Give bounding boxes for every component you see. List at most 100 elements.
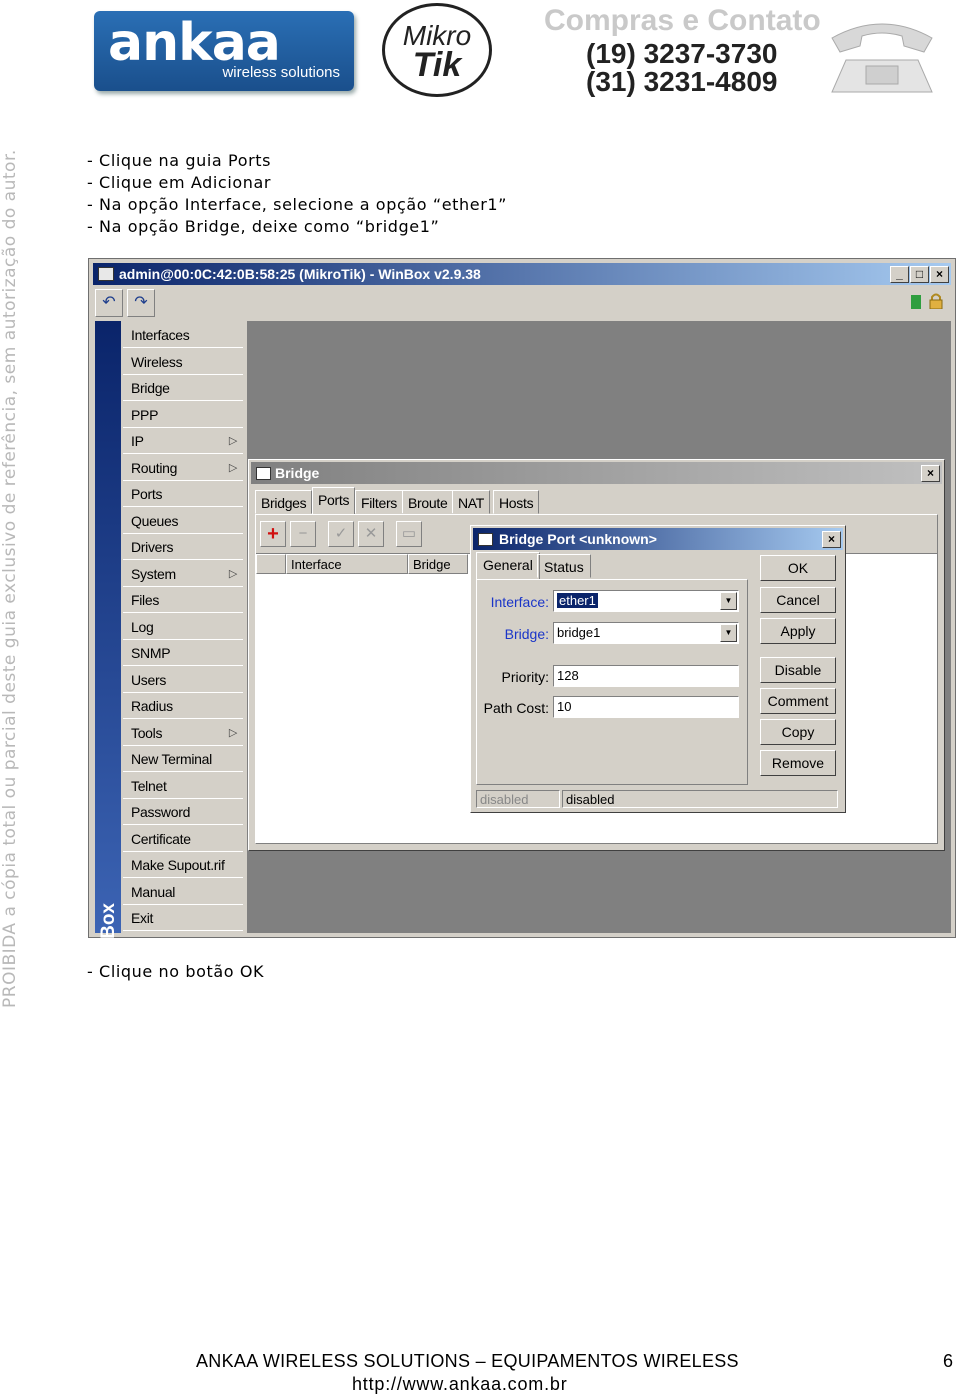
menu-item-bridge[interactable]: Bridge	[123, 376, 243, 401]
menu-item-snmp[interactable]: SNMP	[123, 641, 243, 666]
menu-item-telnet[interactable]: Telnet	[123, 774, 243, 799]
menu-item-exit[interactable]: Exit	[123, 906, 243, 931]
menu-item-label: System	[131, 565, 176, 582]
redo-button[interactable]: ↷	[127, 289, 155, 317]
close-icon[interactable]: ×	[930, 266, 949, 283]
copyright-watermark: PROIBIDA a cópia total ou parcial deste …	[0, 149, 20, 1008]
menu-item-routing[interactable]: Routing ▷	[123, 456, 243, 481]
menu-item-interfaces[interactable]: Interfaces	[123, 323, 243, 348]
list-header-blank	[256, 554, 286, 574]
connection-status-icon	[911, 295, 921, 309]
telephone-icon	[831, 23, 933, 93]
menu-item-label: Telnet	[131, 777, 167, 794]
tab-hosts[interactable]: Hosts	[493, 490, 540, 514]
menu-item-label: Manual	[131, 883, 176, 900]
menu-item-log[interactable]: Log	[123, 615, 243, 640]
routeros-side-banner: RouterOS WinBox	[95, 321, 121, 1068]
menu-item-label: PPP	[131, 406, 159, 423]
undo-button[interactable]: ↶	[95, 289, 123, 317]
instruction-step: - Na opção Bridge, deixe como “bridge1”	[87, 217, 440, 236]
add-button[interactable]: +	[260, 521, 286, 547]
contact-phone-2: (31) 3231-4809	[586, 66, 778, 97]
menu-item-users[interactable]: Users	[123, 668, 243, 693]
priority-label: Priority:	[501, 669, 549, 685]
menu-item-label: Make Supout.rif	[131, 857, 225, 873]
apply-button[interactable]: Apply	[760, 618, 836, 644]
status-disabled-left: disabled	[476, 790, 560, 808]
remove-button[interactable]: −	[290, 521, 316, 547]
tab-nat[interactable]: NAT	[452, 490, 491, 514]
tab-broute[interactable]: Broute	[402, 490, 454, 514]
menu-item-label: Certificate	[131, 830, 191, 847]
menu-item-label: Users	[131, 671, 167, 688]
menu-item-wireless[interactable]: Wireless	[123, 350, 243, 375]
comment-button[interactable]: ▭	[396, 521, 422, 547]
maximize-icon[interactable]: □	[910, 266, 929, 283]
dialog-titlebar: Bridge Port <unknown> ×	[473, 528, 843, 550]
menu-item-label: IP	[131, 433, 144, 449]
interface-select[interactable]: ether1 ▼	[553, 590, 739, 612]
column-interface[interactable]: Interface	[286, 554, 408, 574]
lock-icon	[929, 293, 943, 309]
menu-item-label: Log	[131, 618, 154, 635]
footer-company: ANKAA WIRELESS SOLUTIONS – EQUIPAMENTOS …	[196, 1351, 739, 1371]
ok-button[interactable]: OK	[760, 555, 836, 581]
interface-label: Interface:	[490, 594, 549, 610]
bridge-select[interactable]: bridge1 ▼	[553, 622, 739, 644]
comment-button[interactable]: Comment	[760, 688, 836, 714]
tab-filters[interactable]: Filters	[355, 490, 404, 514]
path-cost-input[interactable]: 10	[553, 696, 739, 718]
page-number: 6	[943, 1351, 954, 1371]
column-bridge[interactable]: Bridge	[408, 554, 468, 574]
bridge-port-dialog: Bridge Port <unknown> × General Status I…	[470, 525, 846, 813]
menu-item-label: Wireless	[131, 353, 183, 370]
menu-item-password[interactable]: Password	[123, 800, 243, 825]
tab-ports[interactable]: Ports	[312, 487, 356, 515]
copy-button[interactable]: Copy	[760, 719, 836, 745]
menu-item-label: Interfaces	[131, 327, 190, 343]
bridge-value: bridge1	[557, 625, 601, 640]
menu-item-queues[interactable]: Queues	[123, 509, 243, 534]
close-icon[interactable]: ×	[921, 465, 940, 482]
menu-item-ip[interactable]: IP ▷	[123, 429, 243, 454]
enable-button[interactable]: ✓	[328, 521, 354, 547]
minimize-icon[interactable]: _	[890, 266, 909, 283]
footer-url[interactable]: http://www.ankaa.com.br	[352, 1374, 568, 1395]
menu-item-certificate[interactable]: Certificate	[123, 827, 243, 852]
window-icon	[98, 267, 114, 281]
menu-item-ports[interactable]: Ports	[123, 482, 243, 507]
tab-general[interactable]: General	[476, 552, 540, 580]
menu-item-manual[interactable]: Manual	[123, 880, 243, 905]
menu-item-make-supout-rif[interactable]: Make Supout.rif	[123, 853, 243, 878]
menu-item-tools[interactable]: Tools ▷	[123, 721, 243, 746]
disable-button[interactable]: ✕	[358, 521, 384, 547]
main-menu: Interfaces Wireless Bridge PPP IP ▷ Routing ▷ Po…	[123, 321, 245, 933]
close-icon[interactable]: ×	[822, 531, 841, 548]
menu-item-new-terminal[interactable]: New Terminal	[123, 747, 243, 772]
tab-status[interactable]: Status	[537, 554, 591, 578]
disable-button[interactable]: Disable	[760, 657, 836, 683]
priority-input[interactable]: 128	[553, 665, 739, 687]
menu-item-drivers[interactable]: Drivers	[123, 535, 243, 560]
bridge-window-title: Bridge	[275, 465, 320, 481]
chevron-down-icon[interactable]: ▼	[720, 592, 737, 610]
status-disabled-right: disabled	[562, 790, 838, 808]
menu-item-label: Queues	[131, 512, 179, 529]
menu-item-files[interactable]: Files	[123, 588, 243, 613]
menu-item-system[interactable]: System ▷	[123, 562, 243, 587]
submenu-arrow-icon: ▷	[228, 567, 237, 580]
tab-bridges[interactable]: Bridges	[255, 490, 313, 514]
instruction-after: - Clique no botão OK	[87, 962, 265, 981]
submenu-arrow-icon: ▷	[228, 435, 237, 447]
menu-item-label: Bridge	[131, 380, 170, 396]
instruction-step: - Na opção Interface, selecione a opção …	[87, 195, 508, 214]
chevron-down-icon[interactable]: ▼	[720, 624, 737, 642]
interface-value: ether1	[557, 593, 598, 608]
menu-item-ppp[interactable]: PPP	[123, 403, 243, 428]
contact-block: Compras e Contato (19) 3237-3730 (31) 32…	[540, 4, 960, 100]
cancel-button[interactable]: Cancel	[760, 587, 836, 613]
remove-button[interactable]: Remove	[760, 750, 836, 776]
menu-item-radius[interactable]: Radius	[123, 694, 243, 719]
instruction-step: - Clique em Adicionar	[87, 173, 272, 192]
menu-item-label: New Terminal	[131, 751, 212, 767]
